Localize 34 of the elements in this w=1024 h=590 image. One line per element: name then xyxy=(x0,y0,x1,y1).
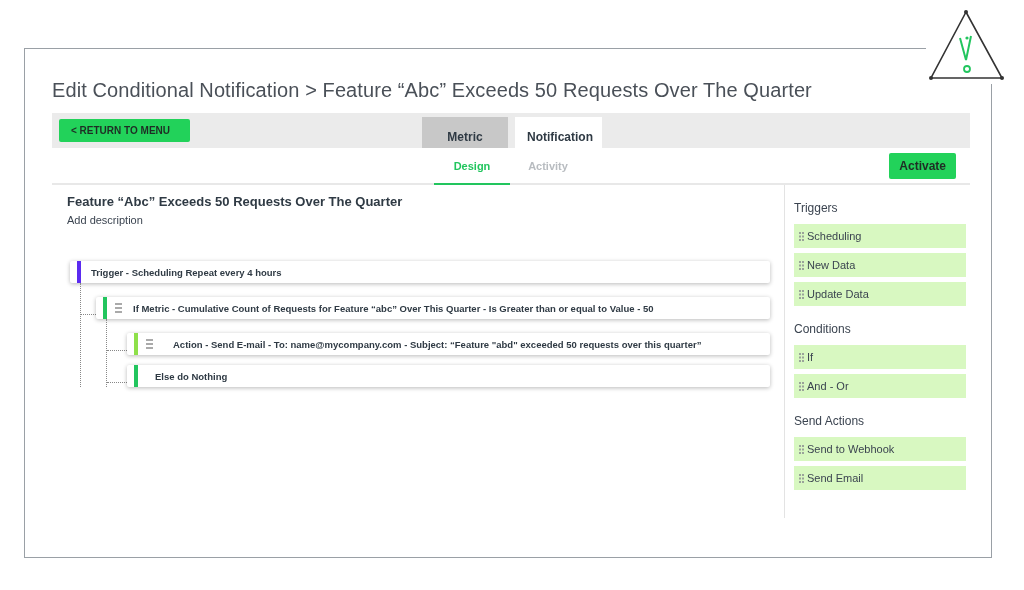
rule-text: Trigger - Scheduling Repeat every 4 hours xyxy=(91,266,282,278)
grip-icon xyxy=(799,473,804,483)
section-heading: Triggers xyxy=(794,201,839,215)
grip-icon xyxy=(799,381,804,391)
grip-icon xyxy=(799,352,804,362)
page-title: Edit Conditional Notification > Feature “Abc” Exceeds 50 Requests Over The Quarter xyxy=(52,79,813,102)
section-heading: Conditions xyxy=(794,322,852,336)
drag-handle-icon[interactable] xyxy=(115,302,122,314)
grip-icon xyxy=(799,289,804,299)
tab[interactable]: Notification xyxy=(515,117,602,148)
palette-item[interactable]: If xyxy=(794,345,966,369)
grip-icon xyxy=(799,444,804,454)
action-card[interactable]: Action - Send E-mail - To: name@mycompany.com - Subject: “Feature "abd" exceeded 50 requests over this quarter” xyxy=(127,333,770,355)
condition-card[interactable]: If Metric - Cumulative Count of Requests for Feature “abc” Over This Quarter - Is Greater than or equal to Value - 50 xyxy=(96,297,770,319)
palette-item[interactable]: Send to Webhook xyxy=(794,437,966,461)
return-button[interactable]: < RETURN TO MENU xyxy=(59,119,190,142)
drag-handle-icon[interactable] xyxy=(146,338,153,350)
grip-icon xyxy=(799,231,804,241)
activate-button[interactable]: Activate xyxy=(889,153,956,179)
rule-text: If Metric - Cumulative Count of Requests for Feature “abc” Over This Quarter - Is Greater than or equal to Value - 50 xyxy=(133,302,654,314)
rule-text: Action - Send E-mail - To: name@mycompany.com - Subject: “Feature "abd" exceeded 50 requests over this quarter” xyxy=(173,338,702,350)
palette-item[interactable]: Send Email xyxy=(794,466,966,490)
description-link[interactable]: Add description xyxy=(67,214,770,226)
grip-icon xyxy=(799,260,804,270)
palette-item[interactable]: Scheduling xyxy=(794,224,966,248)
else-card[interactable]: Else do Nothing xyxy=(127,365,770,387)
rule-text: Else do Nothing xyxy=(155,370,228,382)
section-heading: Send Actions xyxy=(794,414,866,428)
trigger-card[interactable]: Trigger - Scheduling Repeat every 4 hours xyxy=(70,261,770,283)
palette-item[interactable]: Update Data xyxy=(794,282,966,306)
notification-title: Feature “Abc” Exceeds 50 Requests Over The Quarter xyxy=(67,194,404,209)
palette-item[interactable]: New Data xyxy=(794,253,966,277)
palette-item[interactable]: And - Or xyxy=(794,374,966,398)
tab[interactable]: Metric xyxy=(422,117,508,148)
